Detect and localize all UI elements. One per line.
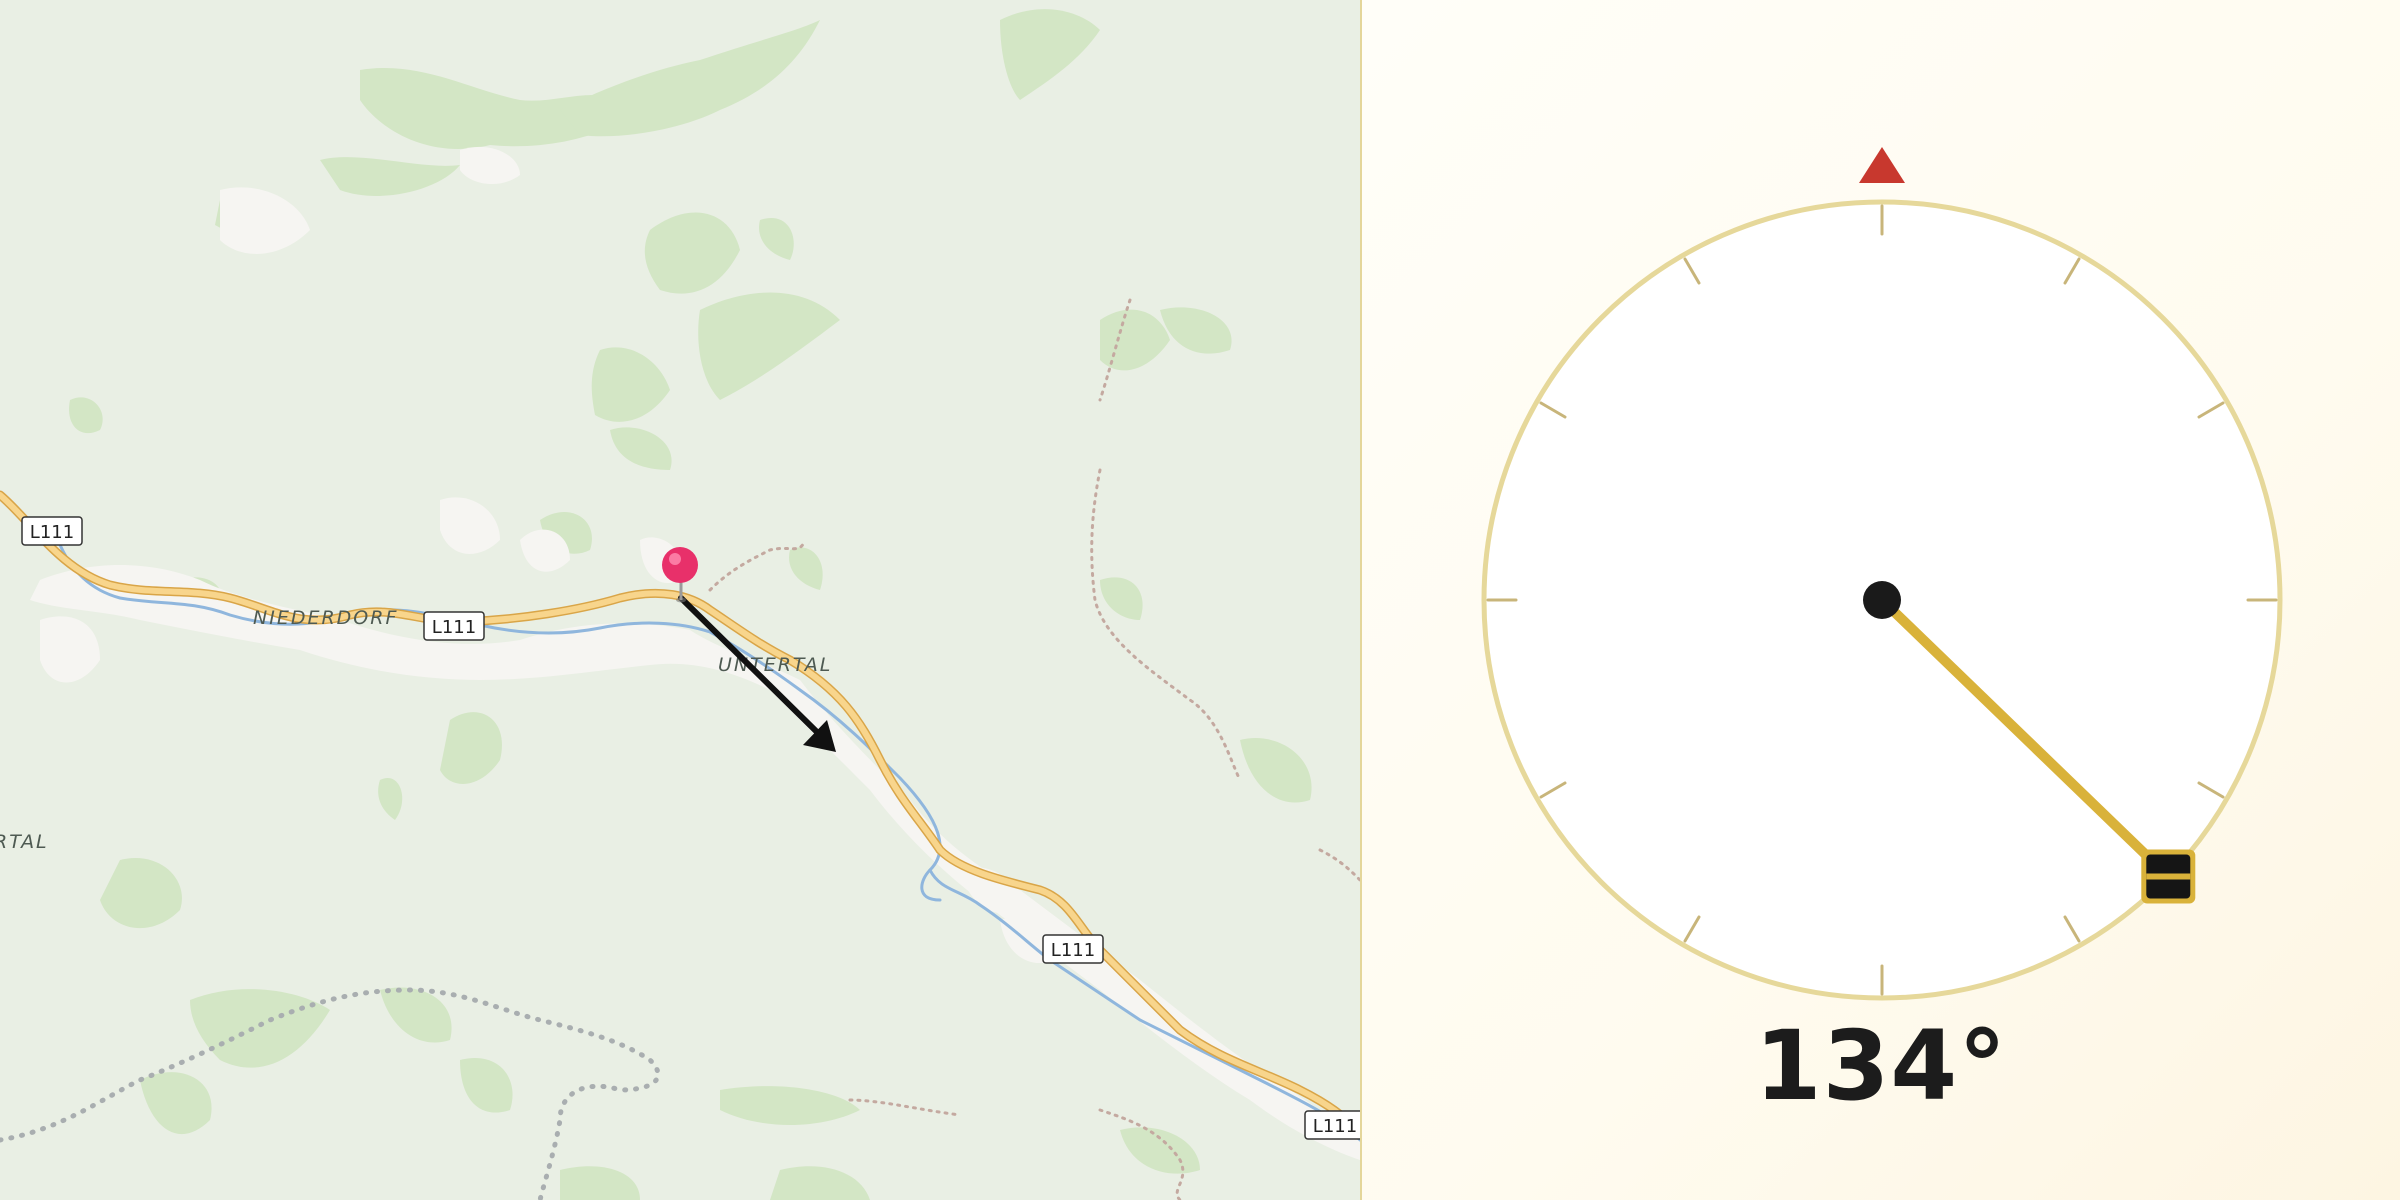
- heading-value: 134: [1754, 1010, 1959, 1122]
- place-label-left-edge: RTAL: [0, 831, 49, 853]
- road-badge-3: L111: [1042, 934, 1104, 964]
- compass-hub: [1863, 581, 1901, 619]
- road-badge-1: L111: [21, 516, 83, 546]
- road-badge-4: L111: [1304, 1110, 1360, 1140]
- road-badge-label: L111: [1051, 940, 1095, 961]
- map-canvas[interactable]: NIEDERDORF UNTERTAL RTAL L111 L111 L111 …: [0, 0, 1360, 1200]
- north-marker-icon: [1859, 147, 1905, 183]
- road-badge-label: L111: [432, 617, 476, 638]
- place-label-untertal: UNTERTAL: [718, 654, 832, 676]
- app-root: NIEDERDORF UNTERTAL RTAL L111 L111 L111 …: [0, 0, 2400, 1200]
- degree-symbol: °: [1958, 1010, 2008, 1122]
- road-badge-label: L111: [30, 522, 74, 543]
- map-view[interactable]: NIEDERDORF UNTERTAL RTAL L111 L111 L111 …: [0, 0, 1360, 1200]
- drag-handle-icon[interactable]: [2141, 849, 2196, 904]
- road-badge-label: L111: [1313, 1116, 1357, 1137]
- compass-panel: 134°: [1362, 0, 2400, 1200]
- heading-readout: 134°: [1362, 1010, 2400, 1122]
- road-badge-2: L111: [423, 611, 485, 641]
- place-label-niederdorf: NIEDERDORF: [253, 607, 398, 629]
